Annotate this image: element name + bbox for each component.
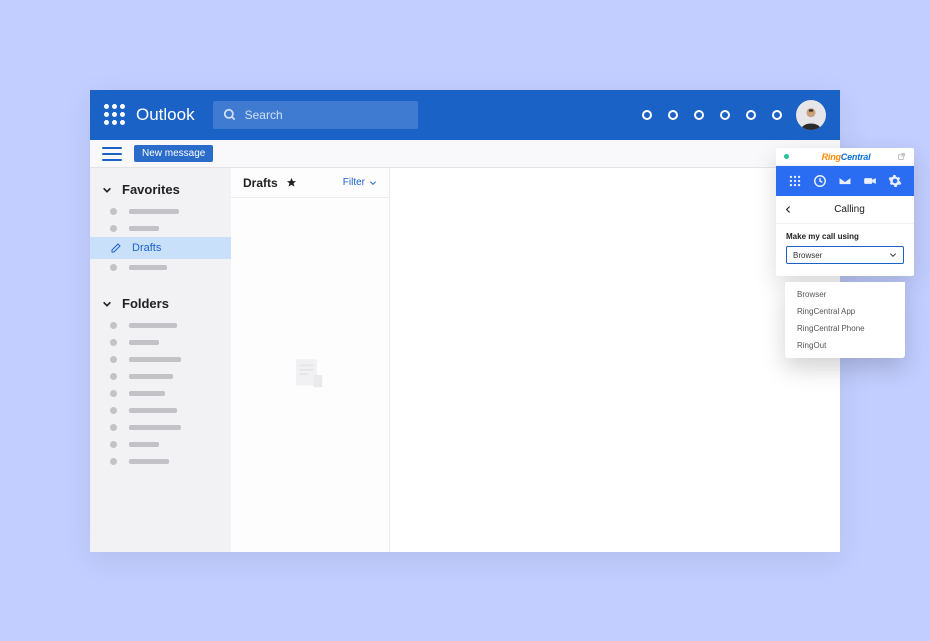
popout-icon[interactable] xyxy=(897,152,906,161)
ringcentral-panel: RingCentral Calling Make my call using B… xyxy=(776,148,914,276)
folders-label: Folders xyxy=(122,296,169,311)
sidebar-item[interactable] xyxy=(90,368,231,385)
list-title: Drafts xyxy=(243,176,278,190)
pencil-icon xyxy=(110,242,122,254)
rc-titlebar: RingCentral xyxy=(776,148,914,166)
sidebar-item[interactable] xyxy=(90,436,231,453)
rc-select[interactable]: Browser xyxy=(786,246,904,264)
sidebar-item[interactable] xyxy=(90,220,231,237)
chevron-down-icon xyxy=(102,299,112,309)
sidebar-item-drafts[interactable]: Drafts xyxy=(90,237,231,259)
message-list: Drafts Filter xyxy=(231,168,390,552)
drafts-label: Drafts xyxy=(132,242,161,254)
favorites-header[interactable]: Favorites xyxy=(90,176,231,203)
rc-select-value: Browser xyxy=(793,251,889,260)
rc-screen-header: Calling xyxy=(776,196,914,224)
sidebar-item[interactable] xyxy=(90,351,231,368)
rc-option[interactable]: RingCentral App xyxy=(785,303,905,320)
reading-pane xyxy=(390,168,840,552)
back-icon[interactable] xyxy=(784,205,793,214)
search-input[interactable]: Search xyxy=(213,101,418,129)
filter-button[interactable]: Filter xyxy=(343,177,365,188)
sidebar-item[interactable] xyxy=(90,334,231,351)
chevron-down-icon xyxy=(889,251,897,259)
rc-tab-dialpad[interactable] xyxy=(787,173,803,189)
chevron-down-icon xyxy=(369,179,377,187)
header-action-1[interactable] xyxy=(642,110,652,120)
menu-icon[interactable] xyxy=(102,147,122,161)
sidebar: Favorites Drafts Folders xyxy=(90,168,231,552)
sidebar-item[interactable] xyxy=(90,402,231,419)
sidebar-item[interactable] xyxy=(90,419,231,436)
list-header: Drafts Filter xyxy=(231,168,389,198)
status-indicator-icon xyxy=(784,154,789,159)
rc-dropdown: Browser RingCentral App RingCentral Phon… xyxy=(785,282,905,358)
sidebar-item[interactable] xyxy=(90,385,231,402)
search-icon xyxy=(223,108,237,122)
rc-setting-label: Make my call using xyxy=(786,232,904,241)
app-name: Outlook xyxy=(136,105,195,125)
header-action-3[interactable] xyxy=(694,110,704,120)
rc-tabs xyxy=(776,166,914,196)
empty-state xyxy=(231,198,389,552)
star-icon[interactable] xyxy=(286,177,297,188)
rc-body: Make my call using Browser xyxy=(776,224,914,276)
header-action-4[interactable] xyxy=(720,110,730,120)
search-placeholder: Search xyxy=(245,108,283,122)
toolbar: New message xyxy=(90,140,840,168)
rc-option[interactable]: RingCentral Phone xyxy=(785,320,905,337)
app-launcher-icon[interactable] xyxy=(104,104,126,126)
header: Outlook Search xyxy=(90,90,840,140)
sidebar-item[interactable] xyxy=(90,453,231,470)
header-action-2[interactable] xyxy=(668,110,678,120)
header-actions xyxy=(642,110,782,120)
rc-option[interactable]: Browser xyxy=(785,286,905,303)
empty-document-icon xyxy=(289,354,331,396)
rc-tab-history[interactable] xyxy=(812,173,828,189)
body: Favorites Drafts Folders xyxy=(90,168,840,552)
app-window: Outlook Search New message Favorites xyxy=(90,90,840,552)
favorites-label: Favorites xyxy=(122,182,180,197)
header-action-5[interactable] xyxy=(746,110,756,120)
sidebar-item[interactable] xyxy=(90,259,231,276)
rc-title: Calling xyxy=(793,204,906,215)
ringcentral-logo: RingCentral xyxy=(795,152,897,162)
avatar[interactable] xyxy=(796,100,826,130)
new-message-button[interactable]: New message xyxy=(134,145,213,162)
sidebar-item[interactable] xyxy=(90,317,231,334)
chevron-down-icon xyxy=(102,185,112,195)
rc-tab-settings[interactable] xyxy=(887,173,903,189)
rc-tab-video[interactable] xyxy=(862,173,878,189)
sidebar-item[interactable] xyxy=(90,203,231,220)
header-action-6[interactable] xyxy=(772,110,782,120)
rc-tab-messages[interactable] xyxy=(837,173,853,189)
rc-option[interactable]: RingOut xyxy=(785,337,905,354)
folders-header[interactable]: Folders xyxy=(90,290,231,317)
